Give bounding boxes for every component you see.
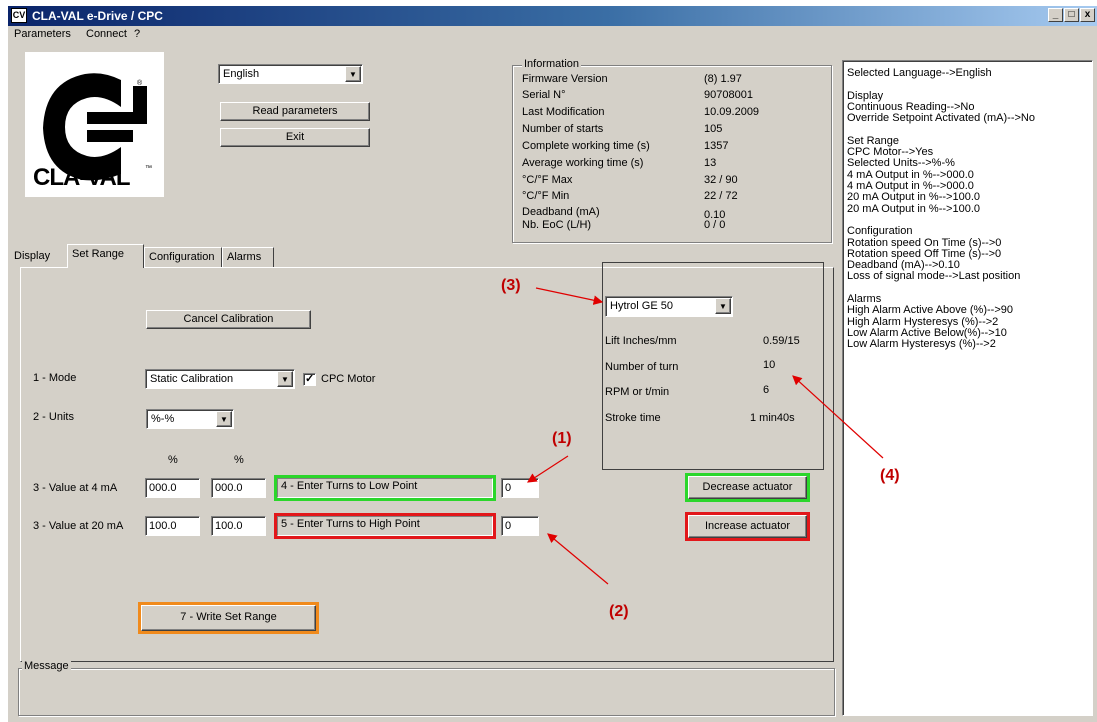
callout-label-2: (2) — [609, 603, 629, 620]
app-window: CV CLA-VAL e-Drive / CPC _ □ x Parameter… — [8, 6, 1097, 722]
callout-label-3: (3) — [501, 277, 521, 294]
tab-set-range[interactable]: Set Range — [67, 244, 144, 268]
callout-label-1: (1) — [552, 430, 572, 447]
callout-arrows — [526, 287, 884, 585]
callout-label-4: (4) — [880, 467, 900, 484]
callout-arrow-1 — [526, 455, 569, 483]
callout-arrow-4 — [792, 375, 884, 459]
callout-arrow-2 — [547, 533, 609, 585]
callout-arrow-3 — [535, 287, 604, 305]
